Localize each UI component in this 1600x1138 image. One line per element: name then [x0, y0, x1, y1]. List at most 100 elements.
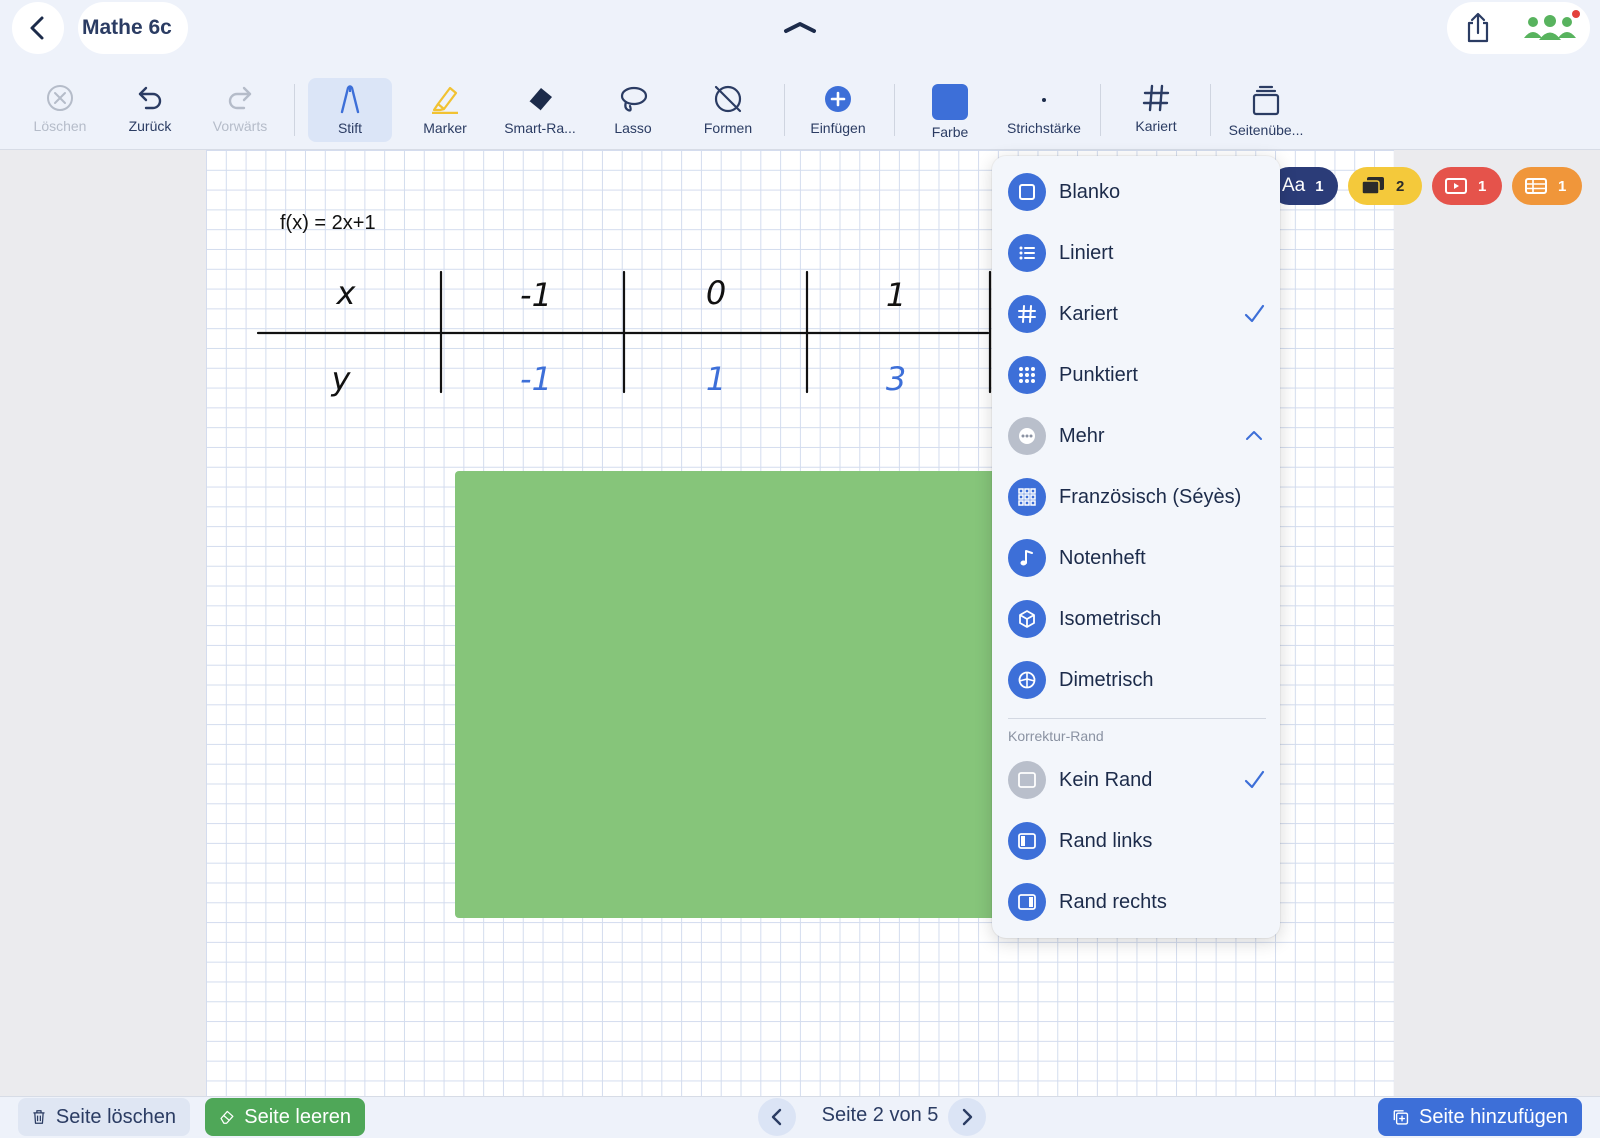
grid-hash-icon — [1142, 84, 1170, 112]
menu-item-label: Rand rechts — [1059, 890, 1167, 913]
delete-tool-label: Löschen — [33, 118, 87, 134]
document-title-text: Mathe 6c — [82, 16, 172, 39]
undo-tool[interactable]: Zurück — [122, 78, 178, 142]
pen-tool[interactable]: Stift — [308, 78, 392, 142]
dimetric-icon — [1008, 661, 1046, 699]
pen-tool-label: Stift — [337, 120, 363, 136]
add-page-label: Seite hinzufügen — [1418, 1105, 1568, 1128]
menu-item-kein-rand[interactable]: Kein Rand — [992, 752, 1280, 808]
menu-item-notenheft[interactable]: Notenheft — [992, 530, 1280, 586]
page-indicator: Seite 2 von 5 — [821, 1104, 939, 1126]
menu-item-label: Punktiert — [1059, 363, 1138, 386]
green-rectangle-shape[interactable] — [455, 471, 1015, 918]
undo-icon — [138, 86, 162, 110]
trash-icon — [33, 1110, 45, 1124]
pages-stack-icon — [1252, 85, 1280, 116]
checkmark-icon — [1244, 770, 1265, 789]
color-swatch — [932, 84, 968, 120]
comments-badge[interactable]: 2 — [1348, 167, 1422, 205]
lasso-icon — [620, 86, 648, 112]
marker-tool[interactable]: Marker — [418, 78, 472, 142]
menu-item-rand-links[interactable]: Rand links — [992, 813, 1280, 869]
eraser-outline-icon — [220, 1110, 234, 1124]
menu-item-blanko[interactable]: Blanko — [992, 164, 1280, 220]
videos-count: 1 — [1478, 177, 1487, 195]
menu-item-seyes[interactable]: Französisch (Séyès) — [992, 469, 1280, 525]
collapse-toolbar-button[interactable] — [778, 12, 822, 42]
table-label-x: x — [336, 274, 357, 312]
next-page-button[interactable] — [948, 1098, 986, 1136]
menu-item-liniert[interactable]: Liniert — [992, 225, 1280, 281]
collaboration-button[interactable] — [1520, 6, 1580, 50]
group-icon — [1524, 15, 1576, 40]
chevron-up-icon — [1246, 431, 1262, 440]
table-x-value: 1 — [886, 276, 906, 314]
menu-item-label: Mehr — [1059, 424, 1105, 447]
stroke-width-tool[interactable]: Strichstärke — [1002, 78, 1086, 142]
tables-count: 1 — [1558, 177, 1567, 195]
delete-tool[interactable]: Löschen — [34, 78, 86, 142]
marker-tool-label: Marker — [423, 120, 467, 136]
previous-page-button[interactable] — [758, 1098, 796, 1136]
stroke-dot-icon — [1042, 98, 1046, 102]
table-icon — [1525, 178, 1547, 194]
menu-item-dimetrisch[interactable]: Dimetrisch — [992, 652, 1280, 708]
menu-item-label: Kein Rand — [1059, 768, 1153, 791]
grid-hash-icon — [1008, 295, 1046, 333]
redo-tool-label: Vorwärts — [212, 118, 268, 134]
menu-divider — [1008, 718, 1266, 719]
shapes-tool-label: Formen — [703, 120, 753, 136]
square-icon — [1008, 173, 1046, 211]
page-overview-tool[interactable]: Seitenübe... — [1224, 78, 1308, 142]
redo-icon — [228, 86, 252, 110]
shapes-off-icon — [714, 85, 742, 113]
insert-tool[interactable]: Einfügen — [806, 78, 870, 142]
table-y-value: -1 — [520, 360, 552, 398]
margin-section-title: Korrektur-Rand — [1008, 728, 1104, 744]
chevron-left-icon — [771, 1108, 782, 1126]
delete-page-button[interactable]: Seite löschen — [18, 1098, 190, 1136]
delete-page-label: Seite löschen — [55, 1105, 176, 1128]
paper-type-tool[interactable]: Kariert — [1128, 78, 1184, 142]
shapes-tool[interactable]: Formen — [700, 78, 756, 142]
paper-type-tool-label: Kariert — [1135, 118, 1177, 134]
no-margin-icon — [1008, 761, 1046, 799]
plus-circle-icon — [825, 86, 851, 112]
undo-tool-label: Zurück — [128, 118, 172, 134]
tables-badge[interactable]: 1 — [1512, 167, 1582, 205]
menu-item-mehr[interactable]: Mehr — [992, 408, 1280, 464]
pen-icon — [340, 85, 360, 114]
music-note-icon — [1008, 539, 1046, 577]
text-boxes-badge[interactable]: Aa 1 — [1270, 167, 1338, 205]
menu-item-label: Isometrisch — [1059, 607, 1162, 630]
menu-item-punktiert[interactable]: Punktiert — [992, 347, 1280, 403]
page-overview-tool-label: Seitenübe... — [1228, 122, 1304, 138]
comments-icon — [1361, 177, 1384, 195]
menu-item-label: Rand links — [1059, 829, 1153, 852]
more-icon — [1008, 417, 1046, 455]
back-button[interactable] — [12, 2, 64, 54]
redo-tool[interactable]: Vorwärts — [207, 78, 273, 142]
eraser-icon — [528, 88, 552, 112]
clear-page-button[interactable]: Seite leeren — [205, 1098, 365, 1136]
menu-item-kariert[interactable]: Kariert — [992, 286, 1280, 342]
videos-badge[interactable]: 1 — [1432, 167, 1502, 205]
add-page-button[interactable]: Seite hinzufügen — [1378, 1098, 1582, 1136]
smart-eraser-tool[interactable]: Smart-Ra... — [500, 78, 580, 142]
menu-item-isometrisch[interactable]: Isometrisch — [992, 591, 1280, 647]
table-x-value: 0 — [706, 274, 726, 312]
add-page-icon — [1393, 1110, 1409, 1125]
stroke-width-tool-label: Strichstärke — [1007, 120, 1081, 136]
list-icon — [1008, 234, 1046, 272]
lasso-tool[interactable]: Lasso — [609, 78, 657, 142]
table-label-y: y — [331, 360, 352, 398]
video-icon — [1445, 178, 1467, 194]
color-tool[interactable]: Farbe — [924, 78, 976, 142]
dots-icon — [1008, 356, 1046, 394]
document-title[interactable]: Mathe 6c — [78, 2, 188, 54]
lasso-tool-label: Lasso — [614, 120, 652, 136]
menu-item-rand-rechts[interactable]: Rand rechts — [992, 874, 1280, 930]
share-button[interactable] — [1456, 6, 1500, 50]
menu-item-label: Kariert — [1059, 302, 1118, 325]
seyes-grid-icon — [1008, 478, 1046, 516]
